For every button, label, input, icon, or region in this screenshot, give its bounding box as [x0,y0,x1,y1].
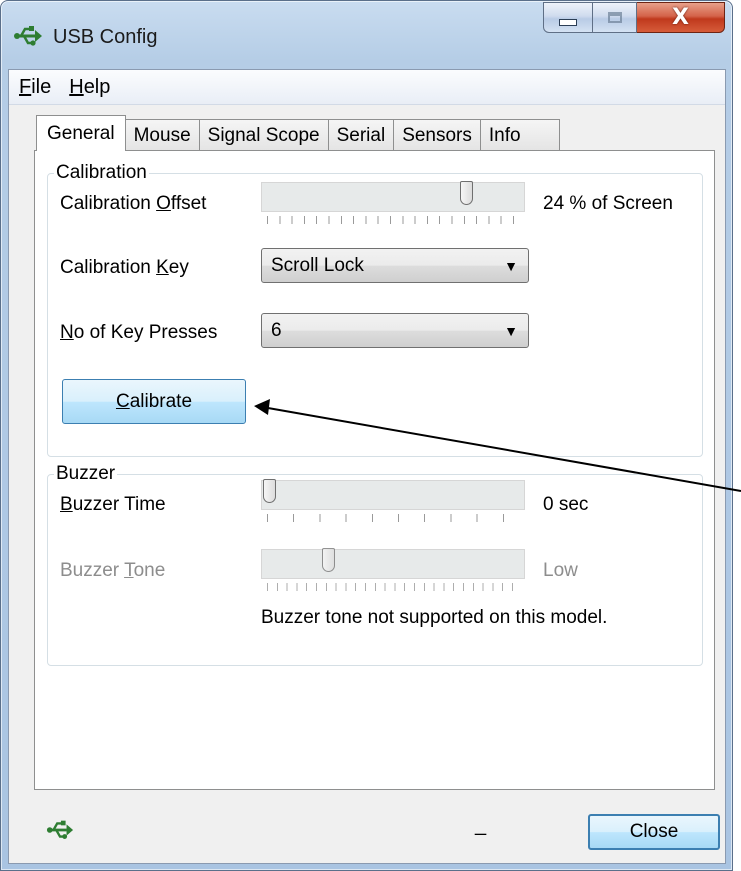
chevron-down-icon: ▼ [504,258,518,274]
calibration-key-value: Scroll Lock [271,254,364,276]
calibration-offset-label-accel: O [156,193,171,214]
key-presses-label: No of Key Presses [60,322,217,344]
buzzer-tone-slider [261,548,525,579]
usb-icon [14,26,42,46]
caption-buttons: X [543,2,725,35]
minimize-icon [559,19,577,26]
calibration-offset-thumb[interactable] [460,181,473,205]
buzzer-time-thumb[interactable] [263,479,276,503]
tab-serial[interactable]: Serial [327,119,395,151]
maximize-icon [607,12,622,23]
calibrate-button[interactable]: Calibrate [62,379,246,424]
app-window: USB Config X File Help General Mouse Sig… [0,0,733,871]
buzzer-tone-label: Buzzer Tone [60,560,165,582]
tab-signal-scope[interactable]: Signal Scope [198,119,329,151]
buzzer-group-title: Buzzer [54,463,118,485]
menu-bar: File Help [9,70,725,105]
calibrate-button-label: alibrate [129,390,193,412]
calibration-offset-ticks [267,216,520,224]
tab-strip: General Mouse Signal Scope Serial Sensor… [36,115,560,151]
calibration-offset-slider[interactable] [261,181,525,212]
menu-help[interactable]: Help [61,76,118,99]
key-presses-value: 6 [271,319,282,341]
chevron-down-icon: ▼ [504,323,518,339]
close-button[interactable]: Close [588,814,720,850]
close-icon: X [672,5,689,30]
buzzer-time-ticks [267,514,529,522]
tab-general[interactable]: General [36,115,126,151]
calibration-offset-label-post: ffset [170,193,207,214]
calibration-group-title: Calibration [54,162,149,184]
calibration-key-label-post: ey [168,257,189,278]
usb-icon [46,820,74,839]
menu-file[interactable]: File [11,76,59,99]
minimize-button[interactable] [543,2,593,33]
buzzer-tone-label-post: one [133,560,166,581]
key-presses-label-accel: N [60,322,74,343]
general-tab-panel: Calibration Calibration Offset 24 % of S… [34,150,715,790]
window-title: USB Config [53,26,158,48]
buzzer-tone-ticks [267,583,520,591]
buzzer-time-label: Buzzer Time [60,494,166,516]
buzzer-time-label-accel: B [60,494,73,515]
buzzer-time-slider[interactable] [261,479,525,510]
tab-info[interactable]: Info [479,119,560,151]
buzzer-time-label-post: uzzer Time [72,494,166,515]
menu-file-accel: F [19,75,32,98]
buzzer-time-value: 0 sec [543,494,589,515]
calibrate-button-accel: C [115,390,130,412]
tab-mouse[interactable]: Mouse [124,119,200,151]
key-presses-label-post: o of Key Presses [73,322,218,343]
calibration-offset-label-pre: Calibration [60,193,157,214]
calibration-offset-label: Calibration Offset [60,193,206,215]
maximize-button[interactable] [593,2,637,33]
menu-file-label: ile [31,75,52,98]
key-presses-select[interactable]: 6 ▼ [261,313,529,348]
buzzer-tone-label-pre: Buzzer [60,560,125,581]
calibration-key-label-accel: K [156,257,169,278]
buzzer-tone-label-accel: T [124,560,134,581]
tab-sensors[interactable]: Sensors [393,119,481,151]
buzzer-tone-note: Buzzer tone not supported on this model. [261,607,608,628]
status-text: _ [475,814,487,836]
menu-help-accel: H [69,75,84,98]
close-window-button[interactable]: X [637,2,725,33]
calibration-offset-value: 24 % of Screen [543,193,673,214]
buzzer-tone-value: Low [543,560,578,581]
calibration-key-select[interactable]: Scroll Lock ▼ [261,248,529,283]
calibration-key-label: Calibration Key [60,257,189,279]
menu-help-label: elp [83,75,111,98]
client-area: File Help General Mouse Signal Scope Ser… [8,69,726,864]
calibration-key-label-pre: Calibration [60,257,157,278]
buzzer-tone-thumb [322,548,335,572]
close-button-label: Close [629,821,679,842]
